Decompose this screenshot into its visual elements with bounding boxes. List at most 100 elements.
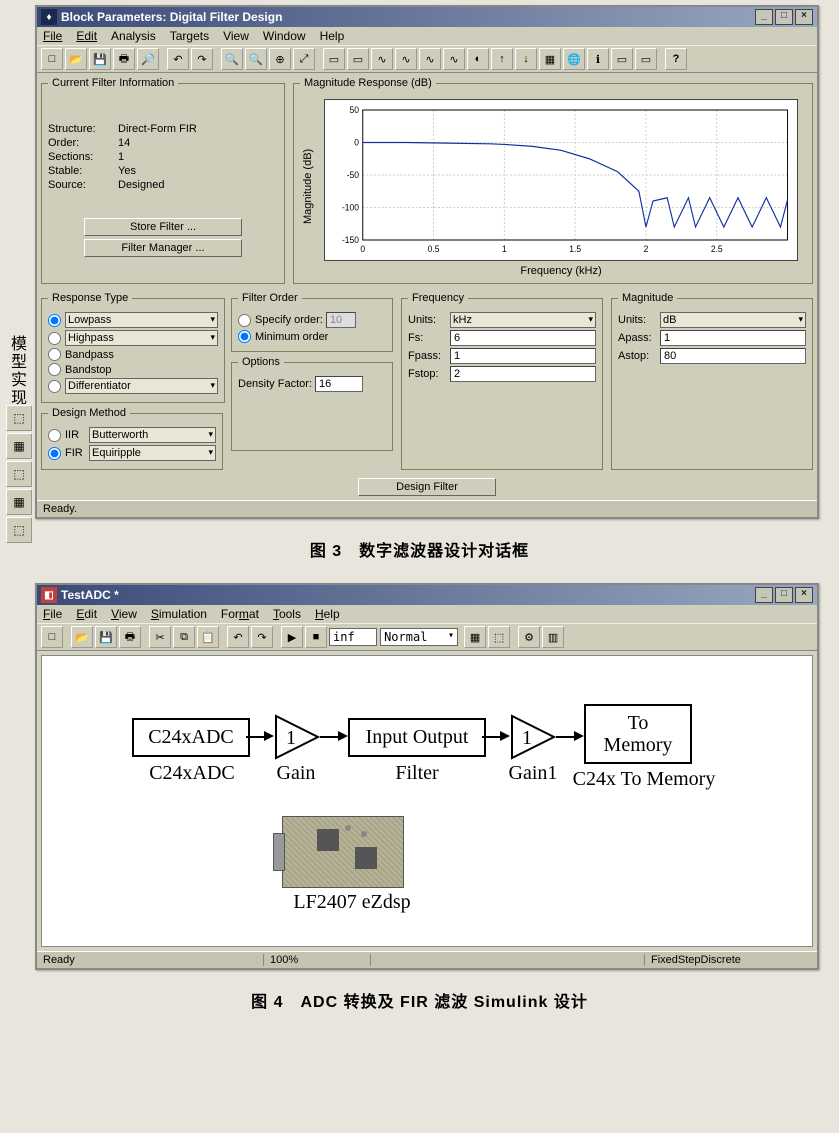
resp-phase-icon[interactable]: ▭ [347, 48, 369, 70]
filter-block[interactable]: Input Output [348, 718, 486, 757]
menu-edit[interactable]: Edit [76, 29, 97, 43]
side-icon-3[interactable]: ⬚ [6, 461, 32, 487]
sim-new-icon[interactable]: □ [41, 626, 63, 648]
diff-combo[interactable]: Differentiator [65, 378, 218, 394]
menu-help[interactable]: Help [320, 29, 345, 43]
redo-icon[interactable]: ↷ [191, 48, 213, 70]
zoom-in-icon[interactable]: 🔍 [221, 48, 243, 70]
fir-combo[interactable]: Equiripple [89, 445, 216, 461]
highpass-combo[interactable]: Highpass [65, 330, 218, 346]
sim-mode-combo[interactable]: Normal [380, 628, 458, 646]
specify-order-input[interactable]: 10 [326, 312, 356, 328]
simulink-menu-file[interactable]: File [43, 607, 62, 621]
undo-icon[interactable]: ↶ [167, 48, 189, 70]
gain1-block[interactable]: 1 [510, 714, 556, 760]
store-filter-button[interactable]: Store Filter ... [84, 218, 242, 236]
help-icon[interactable]: ? [665, 48, 687, 70]
filter-icon[interactable]: ▭ [611, 48, 633, 70]
diff-radio[interactable] [48, 380, 61, 393]
lowpass-combo[interactable]: Lowpass [65, 312, 218, 328]
c24xadc-block[interactable]: C24xADC [132, 718, 250, 757]
density-input[interactable]: 16 [315, 376, 363, 392]
sim-model-icon[interactable]: ⬚ [488, 626, 510, 648]
bandpass-radio[interactable] [48, 348, 61, 361]
sim-print-icon[interactable]: 🖶 [119, 626, 141, 648]
fs-input[interactable]: 6 [450, 330, 596, 346]
simulink-menu-edit[interactable]: Edit [76, 607, 97, 621]
fir-radio[interactable] [48, 447, 61, 460]
simulink-maximize-button[interactable]: □ [775, 587, 793, 603]
sim-build-icon[interactable]: ⚙ [518, 626, 540, 648]
simulink-menu-help[interactable]: Help [315, 607, 340, 621]
mag-units-combo[interactable]: dB [660, 312, 806, 328]
simulink-menu-tools[interactable]: Tools [273, 607, 301, 621]
side-icon-1[interactable]: ⬚ [6, 405, 32, 431]
close-button[interactable]: × [795, 9, 813, 25]
globe-icon[interactable]: 🌐 [563, 48, 585, 70]
simulink-close-button[interactable]: × [795, 587, 813, 603]
maximize-button[interactable]: □ [775, 9, 793, 25]
filter2-icon[interactable]: ▭ [635, 48, 657, 70]
tomemory-block[interactable]: ToMemory [584, 704, 692, 764]
iir-radio[interactable] [48, 429, 61, 442]
sim-deploy-icon[interactable]: ▥ [542, 626, 564, 648]
sim-stoptime-input[interactable]: inf [329, 628, 377, 646]
side-icon-2[interactable]: ▦ [6, 433, 32, 459]
up-icon[interactable]: ↑ [491, 48, 513, 70]
design-filter-button[interactable]: Design Filter [358, 478, 496, 496]
zoom-fit-icon[interactable]: ⤢ [293, 48, 315, 70]
resp-group-icon[interactable]: ∿ [395, 48, 417, 70]
sim-open-icon[interactable]: 📂 [71, 626, 93, 648]
sim-lib-icon[interactable]: ▦ [464, 626, 486, 648]
astop-input[interactable]: 80 [660, 348, 806, 364]
gain-block[interactable]: 1 [274, 714, 320, 760]
down-icon[interactable]: ↓ [515, 48, 537, 70]
menu-window[interactable]: Window [263, 29, 306, 43]
simulink-canvas[interactable]: C24xADC C24xADC 1 Gain Input Output Filt… [41, 655, 813, 947]
menu-file[interactable]: File [43, 29, 62, 43]
minimum-order-radio[interactable] [238, 330, 251, 343]
ezdsp-block[interactable] [282, 816, 404, 888]
sim-run-icon[interactable]: ▶ [281, 626, 303, 648]
simulink-menu-simulation[interactable]: Simulation [151, 607, 207, 621]
bandstop-radio[interactable] [48, 363, 61, 376]
apass-input[interactable]: 1 [660, 330, 806, 346]
sim-cut-icon[interactable]: ✂ [149, 626, 171, 648]
print-icon[interactable]: 🖶 [113, 48, 135, 70]
sim-stop-icon[interactable]: ■ [305, 626, 327, 648]
coef-icon[interactable]: ▦ [539, 48, 561, 70]
zoom-out-icon[interactable]: 🔍 [245, 48, 267, 70]
iir-combo[interactable]: Butterworth [89, 427, 216, 443]
filter-manager-button[interactable]: Filter Manager ... [84, 239, 242, 257]
simulink-minimize-button[interactable]: _ [755, 587, 773, 603]
menu-view[interactable]: View [223, 29, 249, 43]
highpass-radio[interactable] [48, 332, 61, 345]
minimize-button[interactable]: _ [755, 9, 773, 25]
new-icon[interactable]: □ [41, 48, 63, 70]
side-icon-5[interactable]: ⬚ [6, 517, 32, 543]
sim-save-icon[interactable]: 💾 [95, 626, 117, 648]
resp-pole-icon[interactable]: ◐ [467, 48, 489, 70]
resp-step-icon[interactable]: ∿ [443, 48, 465, 70]
save-icon[interactable]: 💾 [89, 48, 111, 70]
fstop-input[interactable]: 2 [450, 366, 596, 382]
open-icon[interactable]: 📂 [65, 48, 87, 70]
sim-redo-icon[interactable]: ↷ [251, 626, 273, 648]
simulink-menu-view[interactable]: View [111, 607, 137, 621]
resp-mag-icon[interactable]: ▭ [323, 48, 345, 70]
sim-undo-icon[interactable]: ↶ [227, 626, 249, 648]
info-icon[interactable]: ℹ [587, 48, 609, 70]
print-preview-icon[interactable]: 🔎 [137, 48, 159, 70]
menu-targets[interactable]: Targets [170, 29, 209, 43]
resp-magphase-icon[interactable]: ∿ [371, 48, 393, 70]
specify-order-radio[interactable] [238, 314, 251, 327]
zoom-x-icon[interactable]: ⊕ [269, 48, 291, 70]
simulink-menu-format[interactable]: Format [221, 607, 259, 621]
lowpass-radio[interactable] [48, 314, 61, 327]
sim-copy-icon[interactable]: ⧉ [173, 626, 195, 648]
menu-analysis[interactable]: Analysis [111, 29, 156, 43]
side-icon-4[interactable]: ▦ [6, 489, 32, 515]
fpass-input[interactable]: 1 [450, 348, 596, 364]
freq-units-combo[interactable]: kHz [450, 312, 596, 328]
resp-impulse-icon[interactable]: ∿ [419, 48, 441, 70]
